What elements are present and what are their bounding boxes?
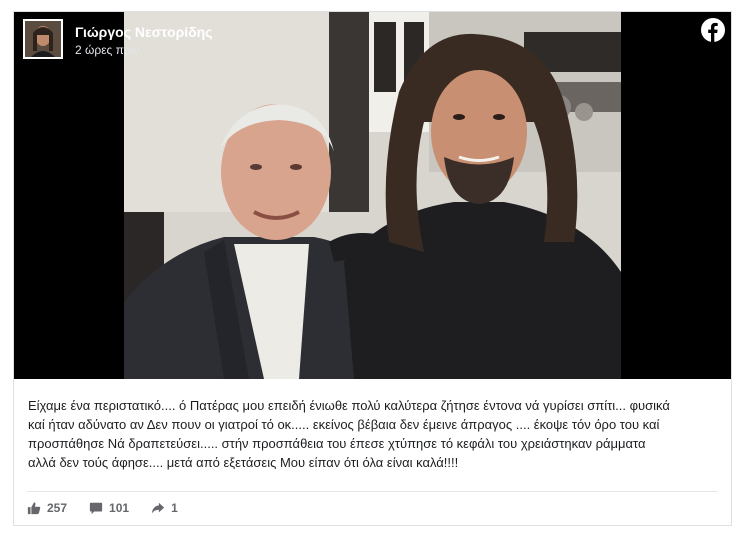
post-header: Γιώργος Νεστορίδης 2 ώρες πριν bbox=[14, 12, 731, 72]
comment-action[interactable]: 101 bbox=[89, 501, 129, 515]
caption-line: προσπάθησε Νά δραπετεύσει..... στήν προσ… bbox=[28, 436, 646, 451]
thumbs-up-icon bbox=[27, 502, 41, 515]
actions-divider bbox=[27, 491, 718, 492]
post-media[interactable]: Γιώργος Νεστορίδης 2 ώρες πριν bbox=[14, 12, 731, 379]
like-count: 257 bbox=[47, 501, 68, 515]
facebook-post-card: Γιώργος Νεστορίδης 2 ώρες πριν Είχαμε έν… bbox=[13, 11, 732, 526]
avatar-image bbox=[25, 21, 61, 57]
comment-bubble-icon bbox=[89, 502, 103, 515]
facebook-icon[interactable] bbox=[701, 18, 725, 42]
caption-line: καί ήταν αδύνατο αν Δεν πουν οι γιατροί … bbox=[28, 417, 660, 432]
post-caption: Είχαμε ένα περιστατικό.... ό Πατέρας μου… bbox=[28, 396, 718, 472]
author-avatar[interactable] bbox=[23, 19, 63, 59]
post-actions: 257 101 1 bbox=[27, 498, 200, 518]
post-timestamp[interactable]: 2 ώρες πριν bbox=[75, 43, 139, 57]
comment-count: 101 bbox=[109, 501, 130, 515]
share-arrow-icon bbox=[151, 502, 165, 514]
caption-line: αλλά δεν τούς άφησε.... μετά από εξετάσε… bbox=[28, 455, 459, 470]
caption-line: Είχαμε ένα περιστατικό.... ό Πατέρας μου… bbox=[28, 398, 670, 413]
share-count: 1 bbox=[171, 501, 178, 515]
author-name[interactable]: Γιώργος Νεστορίδης bbox=[75, 24, 212, 40]
like-action[interactable]: 257 bbox=[27, 501, 67, 515]
share-action[interactable]: 1 bbox=[151, 501, 178, 515]
